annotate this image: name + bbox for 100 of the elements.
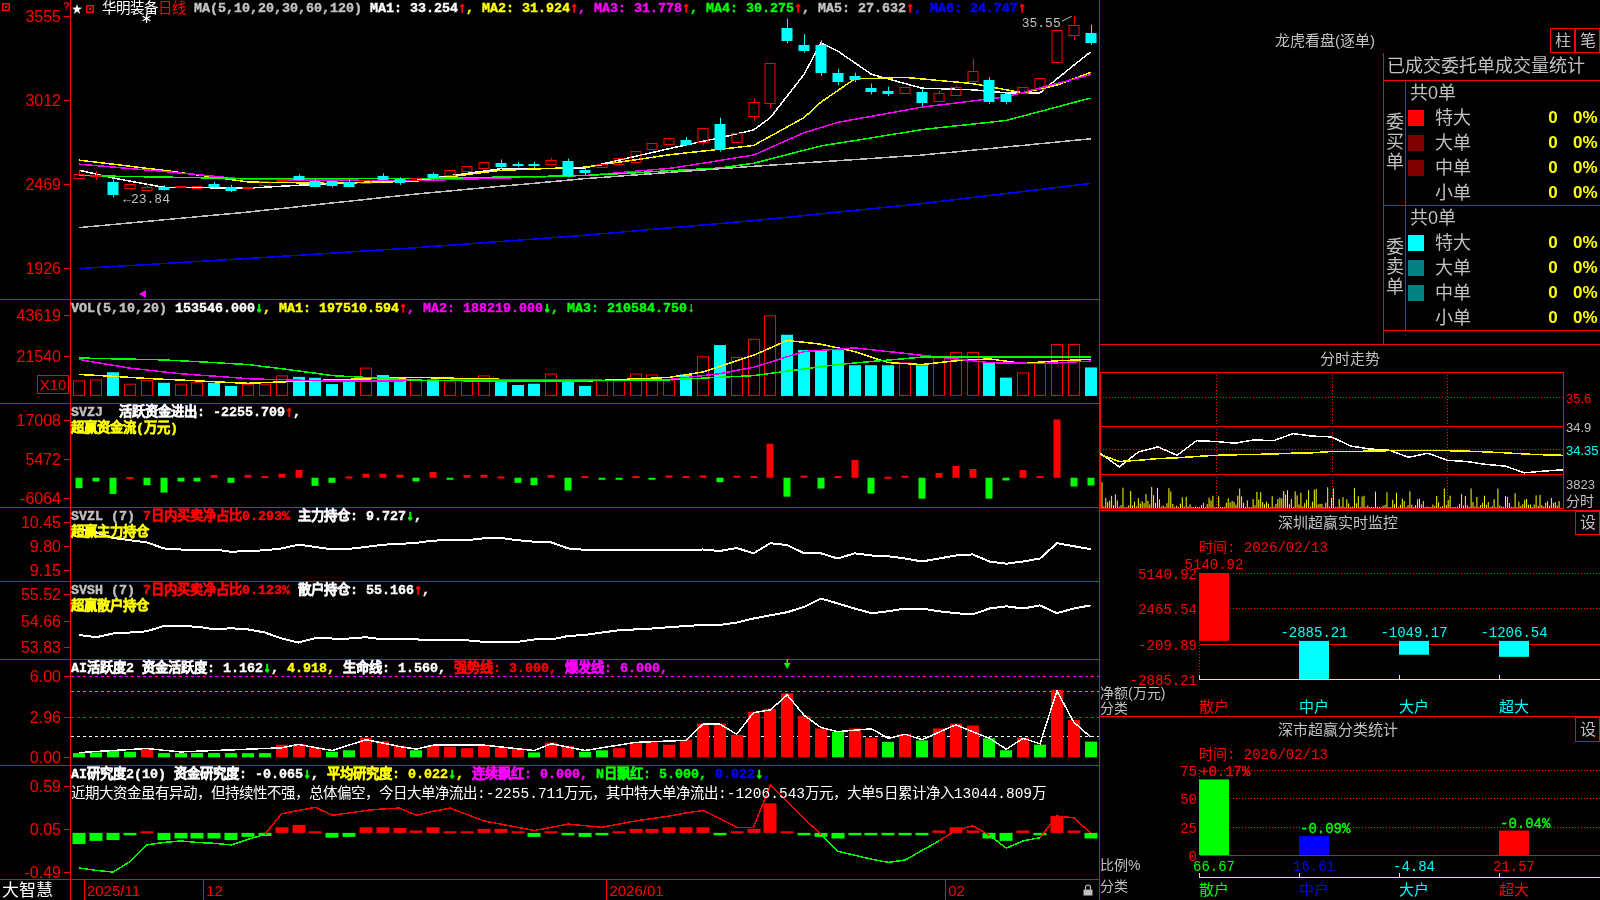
order-size-label: 大单	[1435, 257, 1471, 278]
candlestick	[107, 179, 119, 198]
category-label: 散户	[1199, 698, 1229, 715]
axis-label: 6.00	[29, 668, 61, 685]
value-label: 16.61	[1293, 859, 1335, 875]
axis-label: 9.80	[29, 538, 61, 555]
axis-label: 3555	[25, 8, 61, 25]
axis-label: 1926	[25, 260, 61, 277]
candlestick	[90, 170, 102, 181]
candlestick	[748, 98, 760, 122]
panel-title: 深市超赢分类统计	[1277, 721, 1398, 738]
indicator-legend: 超赢散户持仓	[71, 599, 149, 615]
axis-title: 净额(万元)	[1100, 685, 1166, 701]
axis-label: 0.00	[29, 749, 61, 766]
value-label: -4.84	[1393, 859, 1435, 875]
order-size-label: 中单	[1435, 282, 1471, 303]
candlestick	[967, 58, 979, 82]
order-share: 0%	[1573, 107, 1598, 127]
candlestick	[1034, 78, 1046, 90]
candlestick	[781, 18, 793, 44]
candlestick	[394, 176, 406, 186]
axis-label: 53.83	[20, 639, 61, 656]
candlestick	[882, 86, 894, 97]
order-total: 共0单	[1410, 208, 1456, 228]
candlestick	[1017, 87, 1029, 94]
axis-label: -209.89	[1138, 637, 1197, 654]
axis-label: 35.6	[1566, 390, 1592, 406]
settings-button[interactable]: 设	[1575, 511, 1600, 535]
axis-label: 2.96	[29, 709, 61, 726]
candlestick	[512, 161, 524, 168]
axis-label: 9.15	[29, 562, 61, 579]
panel-title: 深圳超赢实时监控	[1277, 514, 1398, 531]
category-label: 大户	[1399, 881, 1429, 898]
axis-label: 10.45	[20, 514, 61, 531]
candlestick	[899, 87, 911, 94]
annotation: 35.55	[1021, 16, 1061, 32]
axis-label: 34.35	[1566, 442, 1599, 458]
axis-label: 25	[1180, 820, 1197, 837]
view-toggle-button[interactable]: 笔	[1575, 28, 1600, 53]
candlestick	[646, 143, 658, 150]
candlestick	[73, 169, 85, 179]
order-size-label: 特大	[1435, 232, 1471, 253]
value-label: 21.57	[1493, 859, 1535, 875]
help-mark: ?	[63, 0, 70, 12]
candlestick	[849, 72, 861, 83]
axis-label: 21540	[16, 348, 61, 365]
side-label: 委买单	[1385, 113, 1404, 173]
order-count: 0	[1548, 257, 1558, 277]
volume-legend: VOL(5,10,20) 153546.000↓, MA1: 197510.594↑, MA2: 188219.000↓, MA3: 210584.750↓	[71, 301, 695, 317]
candlestick	[528, 161, 540, 169]
date-label: 2026/01	[609, 882, 664, 899]
side-label: 委卖单	[1385, 238, 1404, 298]
axis-label: 34.9	[1566, 419, 1592, 435]
candlestick	[1068, 15, 1080, 41]
axis-label: 2469	[25, 176, 61, 193]
axis-title: 分类	[1100, 878, 1128, 894]
stock-name: 华明装备	[102, 0, 158, 17]
candlestick	[276, 180, 288, 182]
candlestick	[579, 166, 591, 176]
candlestick	[208, 181, 220, 189]
table-title: 已成交委托单成交量统计	[1387, 56, 1585, 76]
candlestick	[714, 117, 726, 153]
value-label: 66.67	[1193, 859, 1235, 875]
candlestick	[697, 128, 709, 146]
order-count: 0	[1548, 157, 1558, 177]
panel-title: 分时走势	[1320, 350, 1380, 367]
axis-label: 3823	[1566, 477, 1595, 492]
candlestick	[427, 172, 439, 181]
timestamp-label: 时间: 2026/02/13	[1199, 747, 1328, 763]
price-label: ←23.84	[123, 191, 170, 207]
candlestick	[832, 68, 844, 86]
axis-label: 43619	[16, 307, 61, 324]
value-label: -1206.54	[1480, 624, 1548, 641]
order-count: 0	[1548, 282, 1558, 302]
indicator-legend: AI研究度2(10) 资金研究度: -0.065↓, 平均研究度: 0.022↓, 连续飘红: 0.000, N日飘红: 5.000, 0.022↓,	[71, 767, 771, 783]
order-share: 0%	[1573, 257, 1598, 277]
settings-button[interactable]: 设	[1575, 717, 1600, 742]
candlestick	[461, 166, 473, 172]
axis-label: 55.52	[20, 586, 61, 603]
axis-label: 17008	[16, 412, 61, 429]
axis-title: 比例%	[1100, 857, 1141, 873]
category-label: 超大	[1499, 881, 1529, 898]
value-label: -2885.21	[1280, 624, 1348, 641]
change-label: +0.17%	[1200, 764, 1251, 781]
order-share: 0%	[1573, 282, 1598, 302]
change-label: -0.04%	[1500, 815, 1551, 832]
candlestick	[865, 83, 877, 95]
axis-label: 0.59	[29, 778, 61, 795]
candlestick	[360, 180, 372, 184]
candlestick	[562, 158, 574, 178]
candlestick	[478, 162, 490, 169]
candlestick	[545, 157, 557, 165]
period-label: 日线	[158, 0, 186, 17]
order-count: 0	[1548, 107, 1558, 127]
candlestick	[1051, 30, 1063, 63]
candlestick	[326, 179, 338, 188]
view-toggle-button[interactable]: 柱	[1550, 28, 1575, 53]
candlestick	[1000, 91, 1012, 105]
candlestick	[309, 178, 321, 188]
order-size-label: 中单	[1435, 157, 1471, 178]
